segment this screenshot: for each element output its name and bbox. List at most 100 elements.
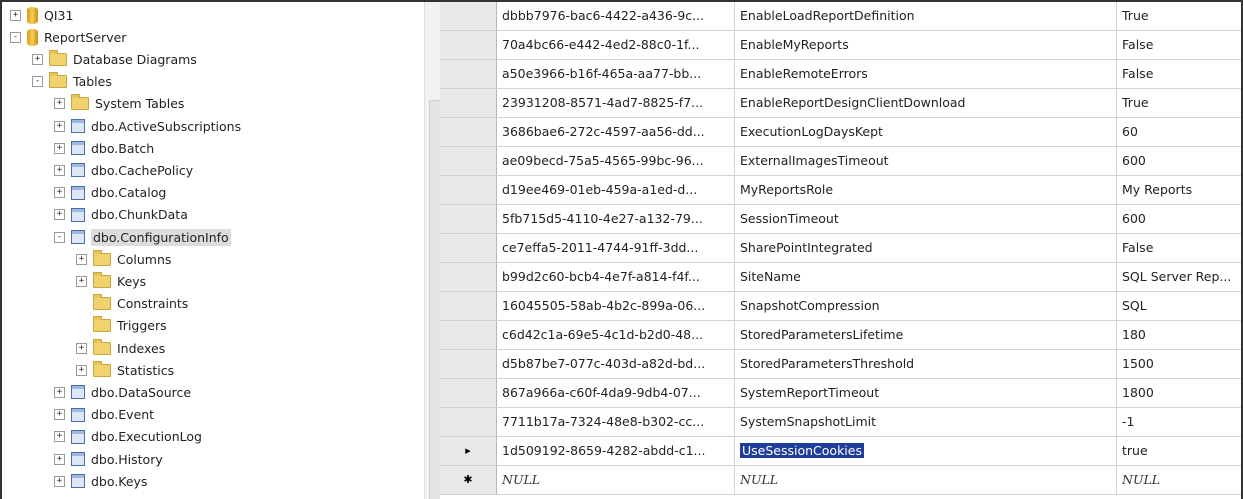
expand-toggle-icon[interactable]: + — [54, 431, 65, 443]
id-cell[interactable]: NULL — [497, 466, 735, 494]
tree-node[interactable]: + Database Diagrams — [32, 48, 197, 70]
value-cell[interactable]: 600 — [1117, 147, 1241, 175]
tree-node-label[interactable]: dbo.ConfigurationInfo — [91, 228, 231, 246]
tree-node-label[interactable]: Triggers — [117, 318, 167, 333]
tree-node-label[interactable]: System Tables — [95, 96, 184, 111]
id-cell[interactable]: d19ee469-01eb-459a-a1ed-d... — [497, 176, 735, 204]
tree-node-label[interactable]: Tables — [73, 74, 112, 89]
value-cell[interactable]: True — [1117, 89, 1241, 117]
row-selector[interactable] — [440, 31, 497, 59]
tree-node[interactable]: + System Tables — [54, 93, 184, 115]
row-selector[interactable] — [440, 147, 497, 175]
tree-node[interactable]: Constraints — [76, 293, 188, 315]
row-selector[interactable] — [440, 234, 497, 262]
tree-node-label[interactable]: dbo.Keys — [91, 474, 147, 489]
name-cell[interactable]: NULL — [735, 466, 1117, 494]
tree-node-label[interactable]: dbo.CachePolicy — [91, 163, 193, 178]
expand-toggle-icon[interactable]: + — [32, 53, 43, 65]
tree-node-label[interactable]: Database Diagrams — [73, 52, 197, 67]
id-cell[interactable]: 867a966a-c60f-4da9-9db4-07... — [497, 379, 735, 407]
tree-node[interactable]: + Statistics — [76, 359, 174, 381]
expand-toggle-icon[interactable]: + — [76, 253, 87, 265]
value-cell[interactable]: 60 — [1117, 118, 1241, 146]
table-row[interactable]: ce7effa5-2011-4744-91ff-3dd... SharePoint… — [440, 234, 1241, 263]
tree-node-label[interactable]: QI31 — [44, 8, 73, 23]
table-row[interactable]: dbbb7976-bac6-4422-a436-9c... EnableLoadR… — [440, 2, 1241, 31]
expand-toggle-icon[interactable]: + — [54, 120, 65, 132]
collapse-toggle-icon[interactable]: - — [32, 76, 43, 88]
tree-node[interactable]: + dbo.CachePolicy — [54, 159, 193, 181]
row-selector[interactable] — [440, 408, 497, 436]
value-cell[interactable]: False — [1117, 31, 1241, 59]
name-cell[interactable]: SystemSnapshotLimit — [735, 408, 1117, 436]
name-cell[interactable]: MyReportsRole — [735, 176, 1117, 204]
tree-node[interactable]: + QI31 — [10, 4, 73, 26]
expand-toggle-icon[interactable]: + — [54, 386, 65, 398]
row-selector[interactable] — [440, 292, 497, 320]
name-cell[interactable]: StoredParametersThreshold — [735, 350, 1117, 378]
table-row[interactable]: ▸ 1d509192-8659-4282-abdd-c1... UseSession… — [440, 437, 1241, 466]
value-cell[interactable]: My Reports — [1117, 176, 1241, 204]
table-row[interactable]: ae09becd-75a5-4565-99bc-96... ExternalIma… — [440, 147, 1241, 176]
tree-node-label[interactable]: Indexes — [117, 341, 165, 356]
name-cell[interactable]: EnableLoadReportDefinition — [735, 2, 1117, 30]
expand-toggle-icon[interactable]: + — [54, 98, 65, 110]
id-cell[interactable]: 3686bae6-272c-4597-aa56-dd... — [497, 118, 735, 146]
name-cell[interactable]: ExternalImagesTimeout — [735, 147, 1117, 175]
id-cell[interactable]: 23931208-8571-4ad7-8825-f7... — [497, 89, 735, 117]
name-cell[interactable]: UseSessionCookies — [735, 437, 1117, 465]
expand-toggle-icon[interactable]: + — [76, 275, 87, 287]
row-selector[interactable] — [440, 176, 497, 204]
tree-node[interactable]: + Columns — [76, 248, 171, 270]
id-cell[interactable]: 5fb715d5-4110-4e27-a132-79... — [497, 205, 735, 233]
expand-toggle-icon[interactable]: + — [54, 409, 65, 421]
row-selector[interactable] — [440, 2, 497, 30]
row-selector[interactable] — [440, 205, 497, 233]
name-cell[interactable]: SnapshotCompression — [735, 292, 1117, 320]
id-cell[interactable]: ae09becd-75a5-4565-99bc-96... — [497, 147, 735, 175]
tree-node[interactable]: + Keys — [76, 270, 146, 292]
value-cell[interactable]: NULL — [1117, 466, 1241, 494]
tree-node-label[interactable]: dbo.ExecutionLog — [91, 429, 202, 444]
tree-node[interactable]: - ReportServer — [10, 26, 126, 48]
value-cell[interactable]: False — [1117, 60, 1241, 88]
tree-node-label[interactable]: ReportServer — [44, 30, 126, 45]
tree-node[interactable]: + dbo.Batch — [54, 137, 154, 159]
table-row[interactable]: 16045505-58ab-4b2c-899a-06... SnapshotCom… — [440, 292, 1241, 321]
tree-scrollbar-thumb[interactable] — [429, 100, 440, 499]
expand-toggle-icon[interactable]: + — [10, 9, 21, 21]
current-row-marker-icon[interactable]: ▸ — [440, 437, 497, 465]
table-row[interactable]: 3686bae6-272c-4597-aa56-dd... ExecutionLo… — [440, 118, 1241, 147]
tree-node-label[interactable]: dbo.ChunkData — [91, 207, 188, 222]
value-cell[interactable]: 180 — [1117, 321, 1241, 349]
tree-node[interactable]: + dbo.ChunkData — [54, 204, 188, 226]
row-selector[interactable] — [440, 379, 497, 407]
row-selector[interactable] — [440, 89, 497, 117]
table-row[interactable]: 70a4bc66-e442-4ed2-88c0-1f... EnableMyRep… — [440, 31, 1241, 60]
value-cell[interactable]: 1500 — [1117, 350, 1241, 378]
tree-node-label[interactable]: Columns — [117, 252, 171, 267]
tree-node[interactable]: + Indexes — [76, 337, 165, 359]
tree-node-label[interactable]: dbo.Event — [91, 407, 154, 422]
table-row[interactable]: d19ee469-01eb-459a-a1ed-d... MyReportsRol… — [440, 176, 1241, 205]
tree-node[interactable]: + dbo.Keys — [54, 470, 147, 492]
tree-node-label[interactable]: dbo.DataSource — [91, 385, 191, 400]
new-row-marker-icon[interactable]: ✱ — [440, 466, 497, 494]
expand-toggle-icon[interactable]: + — [54, 475, 65, 487]
tree-node-label[interactable]: dbo.ActiveSubscriptions — [91, 119, 241, 134]
table-row[interactable]: c6d42c1a-69e5-4c1d-b2d0-48... StoredParam… — [440, 321, 1241, 350]
name-cell[interactable]: EnableMyReports — [735, 31, 1117, 59]
tree-node[interactable]: + dbo.Event — [54, 404, 154, 426]
expand-toggle-icon[interactable]: + — [76, 342, 87, 354]
tree-node-label[interactable]: dbo.Batch — [91, 141, 154, 156]
tree-node[interactable]: + dbo.ExecutionLog — [54, 426, 202, 448]
id-cell[interactable]: 1d509192-8659-4282-abdd-c1... — [497, 437, 735, 465]
tree-node[interactable]: - dbo.ConfigurationInfo — [54, 226, 231, 248]
collapse-toggle-icon[interactable]: - — [10, 31, 21, 43]
value-cell[interactable]: False — [1117, 234, 1241, 262]
table-row[interactable]: 7711b17a-7324-48e8-b302-cc... SystemSnaps… — [440, 408, 1241, 437]
tree-scrollbar[interactable] — [424, 2, 440, 499]
tree-node-label[interactable]: dbo.History — [91, 452, 163, 467]
row-selector[interactable] — [440, 118, 497, 146]
row-selector[interactable] — [440, 321, 497, 349]
